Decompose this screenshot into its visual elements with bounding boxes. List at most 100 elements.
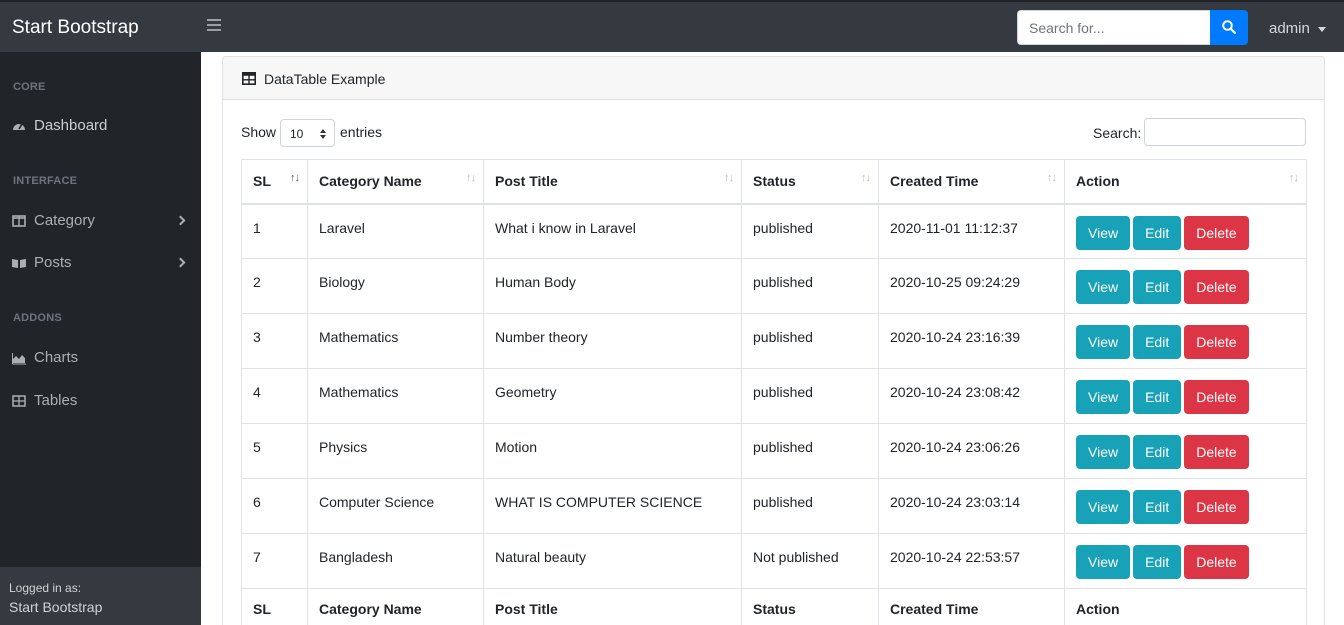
cell-category: Computer Science — [307, 478, 484, 534]
edit-button[interactable]: Edit — [1133, 270, 1182, 304]
table-row: 1 Laravel What i know in Laravel publish… — [241, 203, 1307, 259]
view-button[interactable]: View — [1076, 270, 1131, 304]
cell-status: published — [741, 203, 879, 259]
delete-button[interactable]: Delete — [1184, 435, 1249, 469]
cell-actions: View Edit Delete — [1064, 258, 1307, 314]
view-button[interactable]: View — [1076, 380, 1131, 414]
cell-actions: View Edit Delete — [1064, 423, 1307, 479]
column-header-category[interactable]: Category Name ↑↓ — [307, 159, 484, 205]
sidebar-item-label: Category — [34, 212, 95, 229]
sort-icon: ↑↓ — [724, 172, 734, 184]
view-button[interactable]: View — [1076, 545, 1131, 579]
chevron-down-icon[interactable] — [1318, 27, 1326, 32]
view-button[interactable]: View — [1076, 325, 1131, 359]
edit-button[interactable]: Edit — [1133, 435, 1182, 469]
cell-category: Mathematics — [307, 368, 484, 424]
delete-button[interactable]: Delete — [1184, 380, 1249, 414]
navbar-search-input[interactable] — [1017, 10, 1211, 45]
sidebar-item-tables[interactable]: Tables — [0, 388, 201, 416]
sidebar-heading-interface: INTERFACE — [13, 175, 78, 187]
cell-created: 2020-10-24 23:06:26 — [878, 423, 1065, 479]
sidebar-item-label: Posts — [34, 254, 72, 271]
cell-sl: 1 — [241, 203, 308, 259]
cell-actions: View Edit Delete — [1064, 313, 1307, 369]
footer-created: Created Time — [878, 588, 1065, 625]
edit-button[interactable]: Edit — [1133, 490, 1182, 524]
sidebar-heading-core: CORE — [13, 81, 46, 93]
table-search-label: Search: — [1093, 125, 1142, 141]
footer-status: Status — [741, 588, 879, 625]
table-row: 5 Physics Motion published 2020-10-24 23… — [241, 423, 1307, 479]
column-header-created[interactable]: Created Time ↑↓ — [878, 159, 1065, 205]
column-header-sl[interactable]: SL ↑↓ — [241, 159, 308, 205]
sidebar-toggle-icon[interactable] — [207, 19, 221, 33]
cell-sl: 6 — [241, 478, 308, 534]
delete-button[interactable]: Delete — [1184, 545, 1249, 579]
columns-icon — [12, 215, 26, 227]
sidebar-item-category[interactable]: Category — [0, 208, 201, 236]
cell-created: 2020-10-24 23:16:39 — [878, 313, 1065, 369]
edit-button[interactable]: Edit — [1133, 380, 1182, 414]
sort-icon: ↑↓ — [290, 172, 300, 184]
table-row: 2 Biology Human Body published 2020-10-2… — [241, 258, 1307, 314]
column-header-status[interactable]: Status ↑↓ — [741, 159, 879, 205]
cell-category: Biology — [307, 258, 484, 314]
table-row: 3 Mathematics Number theory published 20… — [241, 313, 1307, 369]
cell-category: Bangladesh — [307, 533, 484, 589]
view-button[interactable]: View — [1076, 435, 1131, 469]
column-header-action[interactable]: Action ↑↓ — [1064, 159, 1307, 205]
table-search-input[interactable] — [1144, 118, 1306, 146]
navbar-brand[interactable]: Start Bootstrap — [12, 17, 139, 39]
user-menu[interactable]: admin — [1269, 20, 1310, 37]
card-header: DataTable Example — [223, 57, 1324, 100]
sort-icon: ↑↓ — [1047, 172, 1057, 184]
show-label: Show — [241, 124, 277, 140]
cell-category: Mathematics — [307, 313, 484, 369]
sidebar-heading-addons: ADDONS — [13, 312, 62, 324]
delete-button[interactable]: Delete — [1184, 215, 1249, 250]
delete-button[interactable]: Delete — [1184, 325, 1249, 359]
tachometer-icon — [13, 123, 25, 130]
delete-button[interactable]: Delete — [1184, 490, 1249, 524]
navbar-search-button[interactable] — [1210, 10, 1248, 45]
top-navbar: Start Bootstrap admin — [0, 0, 1344, 52]
cell-title: Motion — [483, 423, 742, 479]
sidebar-item-label: Charts — [34, 349, 79, 366]
cell-sl: 7 — [241, 533, 308, 589]
column-header-post-title[interactable]: Post Title ↑↓ — [483, 159, 742, 205]
chevron-right-icon — [175, 257, 186, 268]
search-icon — [1222, 20, 1236, 34]
view-button[interactable]: View — [1076, 215, 1131, 250]
footer-category: Category Name — [307, 588, 484, 625]
area-chart-icon — [12, 353, 26, 365]
chevron-right-icon — [175, 215, 186, 226]
edit-button[interactable]: Edit — [1133, 545, 1182, 579]
footer-post-title: Post Title — [483, 588, 742, 625]
sort-up-icon — [320, 129, 326, 133]
cell-title: What i know in Laravel — [483, 203, 742, 259]
edit-button[interactable]: Edit — [1133, 215, 1182, 250]
datatable-card: DataTable Example Show 10 entries Search… — [222, 56, 1325, 625]
book-open-icon — [12, 259, 26, 268]
cell-sl: 2 — [241, 258, 308, 314]
edit-button[interactable]: Edit — [1133, 325, 1182, 359]
sidebar-item-posts[interactable]: Posts — [0, 250, 201, 278]
entries-length-select[interactable]: 10 — [280, 119, 335, 147]
cell-created: 2020-10-24 22:53:57 — [878, 533, 1065, 589]
sidebar-item-dashboard[interactable]: Dashboard — [0, 113, 201, 141]
cell-title: Natural beauty — [483, 533, 742, 589]
navbar-search — [1017, 10, 1248, 45]
sort-down-icon — [320, 135, 326, 139]
cell-title: WHAT IS COMPUTER SCIENCE — [483, 478, 742, 534]
table-row: 6 Computer Science WHAT IS COMPUTER SCIE… — [241, 478, 1307, 534]
view-button[interactable]: View — [1076, 490, 1131, 524]
cell-actions: View Edit Delete — [1064, 478, 1307, 534]
sidebar-item-charts[interactable]: Charts — [0, 345, 201, 373]
cell-created: 2020-10-25 09:24:29 — [878, 258, 1065, 314]
cell-created: 2020-10-24 23:03:14 — [878, 478, 1065, 534]
cell-sl: 3 — [241, 313, 308, 369]
sort-icon: ↑↓ — [466, 172, 476, 184]
cell-category: Laravel — [307, 203, 484, 259]
cell-actions: View Edit Delete — [1064, 203, 1307, 259]
delete-button[interactable]: Delete — [1184, 270, 1249, 304]
